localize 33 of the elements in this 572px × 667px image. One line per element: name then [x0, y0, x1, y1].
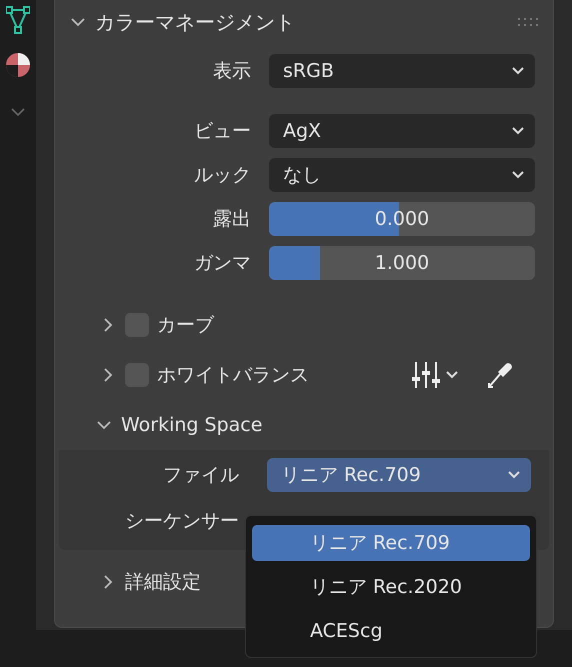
menu-item[interactable]: リニア Rec.2020: [252, 569, 530, 605]
eyedropper-icon[interactable]: [485, 360, 513, 390]
dropdown[interactable]: AgX: [269, 114, 535, 148]
chevron-icon: [10, 106, 26, 118]
subpanel-title: ホワイトバランス: [157, 363, 309, 388]
field-label: シーケンサー: [124, 509, 240, 534]
caret-icon: [445, 370, 459, 380]
checkbox[interactable]: [125, 313, 149, 337]
sliders-icon[interactable]: [411, 360, 441, 390]
menu-item[interactable]: リニア Rec.709: [252, 525, 530, 561]
subpanel-title: Working Space: [121, 414, 262, 436]
caret-icon: [511, 126, 525, 136]
field-label: ビュー: [193, 119, 252, 144]
menu-item[interactable]: ACEScg: [252, 613, 530, 649]
slider[interactable]: 1.000: [269, 246, 535, 280]
drag-handle-icon: [517, 17, 539, 27]
subpanel-title: カーブ: [157, 313, 214, 338]
subpanel-title: 詳細設定: [125, 570, 201, 595]
dropdown[interactable]: sRGB: [269, 54, 535, 88]
dropdown[interactable]: リニア Rec.709: [267, 458, 531, 492]
caret-icon: [511, 170, 525, 180]
caret-icon: [511, 66, 525, 76]
checkbox[interactable]: [125, 363, 149, 387]
caret-icon: [507, 470, 521, 480]
mesh-icon[interactable]: [6, 6, 30, 34]
field-label: ガンマ: [193, 251, 252, 276]
field-label: ファイル: [162, 463, 240, 488]
material-sphere-icon[interactable]: [5, 52, 31, 78]
field-label: 露出: [212, 207, 252, 232]
panel-title: カラーマネージメント: [95, 8, 296, 36]
field-label: 表示: [212, 59, 252, 84]
dropdown[interactable]: なし: [269, 158, 535, 192]
field-label: ルック: [193, 163, 252, 188]
